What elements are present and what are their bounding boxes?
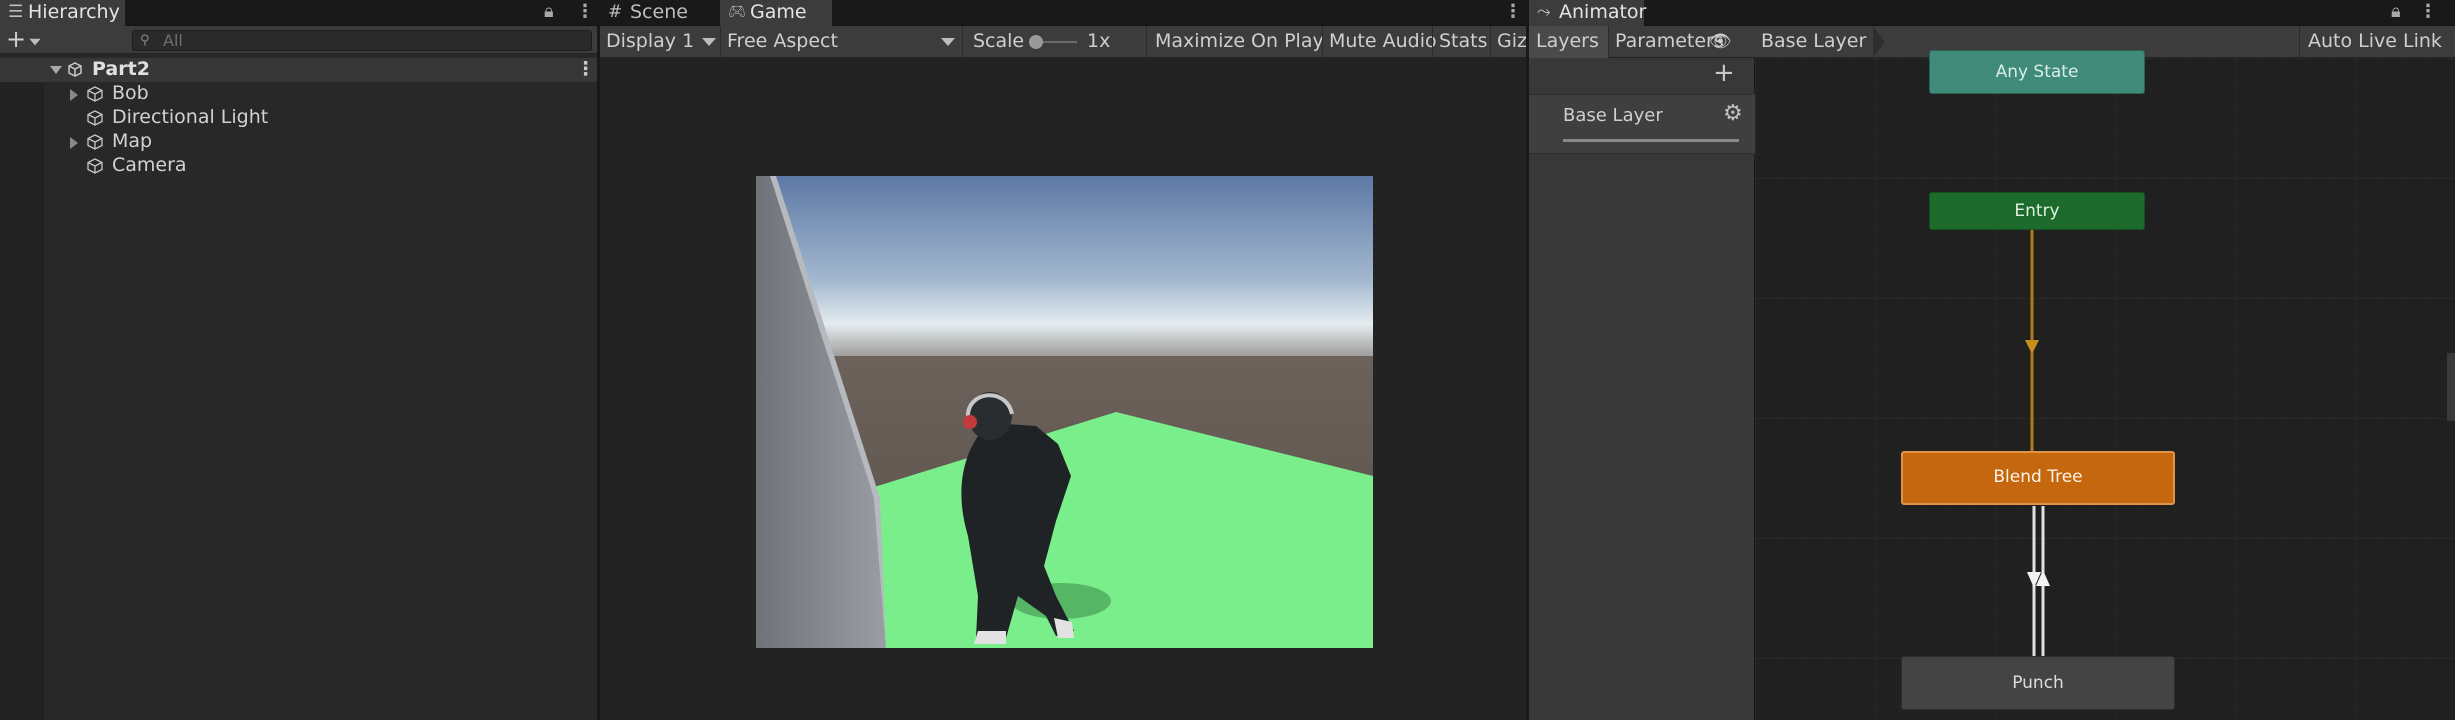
hierarchy-tab-label: Hierarchy (28, 1, 120, 23)
game-render-viewport[interactable] (756, 176, 1373, 648)
headphone-cup (963, 415, 977, 429)
gizmos-label: Giz (1497, 30, 1526, 52)
more-menu-icon[interactable]: ⋮ (1504, 1, 1522, 22)
hierarchy-toolbar: + ⚲ All (0, 26, 597, 54)
game-tab-bar: # Scene 🎮︎ Game ⋮ (600, 0, 1526, 26)
layer-name: Base Layer (1563, 105, 1663, 126)
layer-item-base-layer[interactable]: Base Layer ⚙ (1529, 94, 1755, 154)
gameobject-cube-icon (87, 86, 103, 102)
chevron-down-icon (941, 38, 955, 46)
hierarchy-item-label: Directional Light (112, 106, 269, 128)
list-icon: ☰ (8, 2, 24, 22)
mute-audio-toggle[interactable]: Mute Audio (1322, 26, 1437, 58)
scale-label: Scale (973, 30, 1025, 52)
graph-scrollbar (2447, 353, 2455, 421)
hierarchy-item-camera[interactable]: Camera (0, 154, 597, 178)
tab-scene[interactable]: # Scene (600, 0, 710, 26)
hierarchy-item-map[interactable]: Map (0, 130, 597, 154)
gameobject-cube-icon (87, 134, 103, 150)
gameobject-cube-icon (87, 158, 103, 174)
search-icon: ⚲ (140, 33, 150, 48)
grid-icon: # (608, 2, 623, 22)
state-blend-tree[interactable]: Blend Tree (1901, 451, 2175, 505)
expand-arrow-icon[interactable] (70, 89, 78, 101)
layer-settings-gear-icon[interactable]: ⚙ (1723, 101, 1743, 126)
unity-scene-icon (68, 62, 82, 77)
parameters-label: Parameters (1615, 30, 1724, 52)
scene-more-icon[interactable]: ⋮ (576, 58, 595, 81)
blend-tree-label: Blend Tree (1993, 467, 2083, 487)
chevron-down-icon (702, 38, 716, 46)
lock-icon[interactable]: 🔒︎ (544, 1, 554, 22)
add-layer-icon[interactable]: + (1713, 58, 1735, 88)
breadcrumb-label: Base Layer (1761, 30, 1867, 52)
hierarchy-tab-bar: ☰ Hierarchy 🔒︎ ⋮ (0, 0, 597, 26)
stats-label: Stats (1439, 30, 1488, 52)
scale-value: 1x (1087, 30, 1111, 52)
sky (756, 176, 1373, 366)
game-panel: # Scene 🎮︎ Game ⋮ Display 1 Free Aspect … (600, 0, 1526, 720)
mute-label: Mute Audio (1329, 30, 1437, 52)
more-menu-icon[interactable]: ⋮ (576, 1, 594, 22)
search-placeholder: All (163, 31, 183, 50)
punch-label: Punch (2012, 673, 2064, 693)
aspect-dropdown[interactable]: Free Aspect (720, 26, 960, 58)
display-dropdown[interactable]: Display 1 (600, 26, 720, 58)
search-field[interactable]: ⚲ All (132, 30, 592, 51)
scale-control: Scale 1x (962, 26, 1142, 58)
hierarchy-tab[interactable]: ☰ Hierarchy (0, 0, 125, 26)
animator-panel: ⤳ Animator 🔒︎ ⋮ Layers Parameters 👁︎ Bas… (1529, 0, 2455, 720)
create-dropdown-arrow-icon[interactable] (29, 38, 41, 46)
scale-slider-thumb[interactable] (1029, 35, 1043, 49)
maximize-on-play-toggle[interactable]: Maximize On Play (1146, 26, 1324, 58)
stats-toggle[interactable]: Stats (1432, 26, 1490, 58)
hierarchy-item-label: Map (112, 130, 153, 152)
scene-name: Part2 (92, 58, 150, 80)
tab-game-label: Game (750, 1, 807, 23)
breadcrumb-arrow-icon (1873, 26, 1885, 58)
gameobject-cube-icon (87, 110, 103, 126)
hierarchy-item-bob[interactable]: Bob (0, 82, 597, 106)
any-state-label: Any State (1995, 62, 2079, 82)
display-value: Display 1 (606, 30, 695, 52)
entry-label: Entry (2014, 201, 2060, 221)
animator-graph-canvas[interactable] (1755, 58, 2455, 720)
animator-tab[interactable]: ⤳ Animator (1529, 0, 1647, 26)
auto-live-link-label: Auto Live Link (2308, 30, 2442, 52)
lock-icon[interactable]: 🔒︎ (2391, 1, 2401, 22)
state-entry[interactable]: Entry (1929, 192, 2145, 230)
hierarchy-panel: ☰ Hierarchy 🔒︎ ⋮ + ⚲ All Part2 ⋮ Bob Dir… (0, 0, 597, 720)
animator-tab-bar: ⤳ Animator 🔒︎ ⋮ (1529, 0, 2455, 26)
breadcrumb[interactable]: Base Layer (1751, 26, 1891, 58)
hierarchy-item-label: Bob (112, 82, 149, 104)
layer-weight-bar (1563, 139, 1739, 142)
maximize-label: Maximize On Play (1155, 30, 1324, 52)
auto-live-link-button[interactable]: Auto Live Link (2299, 26, 2455, 58)
tab-layers[interactable]: Layers (1529, 26, 1609, 58)
animator-tab-label: Animator (1559, 1, 1647, 23)
tab-scene-label: Scene (630, 1, 688, 23)
state-any-state[interactable]: Any State (1929, 50, 2145, 94)
layers-sidebar: + Base Layer ⚙ (1529, 58, 1755, 720)
expand-arrow-icon[interactable] (70, 137, 78, 149)
gamepad-icon: 🎮︎ (728, 4, 746, 20)
scene-root-row[interactable]: Part2 ⋮ (0, 58, 597, 82)
more-menu-icon[interactable]: ⋮ (2419, 1, 2437, 22)
eye-icon[interactable]: 👁︎ (1709, 26, 1732, 58)
graph-grid-major (1755, 58, 2455, 720)
animator-icon: ⤳ (1537, 2, 1551, 22)
game-toolbar: Display 1 Free Aspect Scale 1x Maximize … (600, 26, 1526, 58)
hierarchy-item-label: Camera (112, 154, 187, 176)
aspect-value: Free Aspect (727, 30, 838, 52)
create-add-icon[interactable]: + (6, 26, 26, 54)
collapse-arrow-icon[interactable] (50, 66, 62, 74)
tab-game[interactable]: 🎮︎ Game (720, 0, 832, 26)
shoe-left (974, 631, 1006, 644)
state-punch[interactable]: Punch (1901, 656, 2175, 710)
tab-parameters[interactable]: Parameters (1609, 26, 1724, 58)
hierarchy-item-directional-light[interactable]: Directional Light (0, 106, 597, 130)
layers-label: Layers (1536, 30, 1599, 52)
gizmos-toggle[interactable]: Giz (1490, 26, 1526, 58)
